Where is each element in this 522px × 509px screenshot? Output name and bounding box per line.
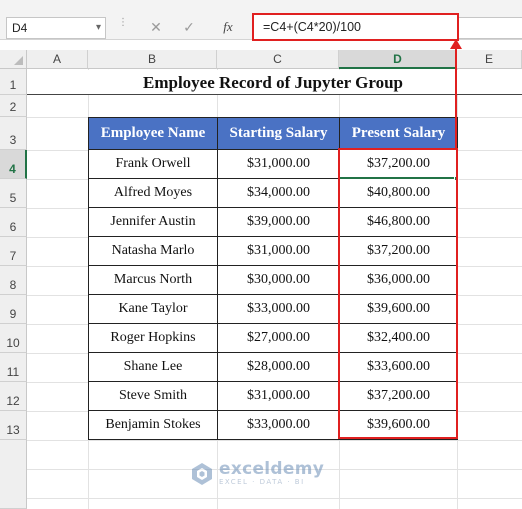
chevron-down-icon[interactable]: ▾ xyxy=(96,18,101,38)
table-row: Alfred Moyes $34,000.00 $40,800.00 xyxy=(88,178,458,208)
employee-name-cell[interactable]: Natasha Marlo xyxy=(88,236,218,266)
present-salary-cell[interactable]: $39,600.00 xyxy=(339,294,458,324)
row-header-13[interactable]: 13 xyxy=(0,411,27,440)
insert-function-icon[interactable]: fx xyxy=(217,17,239,37)
row-header-6[interactable]: 6 xyxy=(0,208,27,237)
table-row: Roger Hopkins $27,000.00 $32,400.00 xyxy=(88,323,458,353)
table-row: Marcus North $30,000.00 $36,000.00 xyxy=(88,265,458,295)
row-header-empty xyxy=(0,440,27,509)
row-header-4[interactable]: 4 xyxy=(0,150,27,179)
row-header-1[interactable]: 1 xyxy=(0,69,27,95)
present-salary-cell[interactable]: $33,600.00 xyxy=(339,352,458,382)
present-salary-cell[interactable]: $37,200.00 xyxy=(339,381,458,411)
table-row: Benjamin Stokes $33,000.00 $39,600.00 xyxy=(88,410,458,440)
present-salary-cell[interactable]: $40,800.00 xyxy=(339,178,458,208)
row-header-7[interactable]: 7 xyxy=(0,237,27,266)
column-header-c[interactable]: C xyxy=(217,50,339,69)
present-salary-cell[interactable]: $39,600.00 xyxy=(339,410,458,440)
present-salary-cell[interactable]: $46,800.00 xyxy=(339,207,458,237)
employee-name-cell[interactable]: Shane Lee xyxy=(88,352,218,382)
starting-salary-cell[interactable]: $31,000.00 xyxy=(217,236,340,266)
employee-name-cell[interactable]: Frank Orwell xyxy=(88,149,218,179)
employee-name-cell[interactable]: Benjamin Stokes xyxy=(88,410,218,440)
title-border xyxy=(27,94,522,95)
row-header-8[interactable]: 8 xyxy=(0,266,27,295)
employee-name-cell[interactable]: Kane Taylor xyxy=(88,294,218,324)
present-salary-cell[interactable]: $36,000.00 xyxy=(339,265,458,295)
starting-salary-cell[interactable]: $30,000.00 xyxy=(217,265,340,295)
starting-salary-cell[interactable]: $33,000.00 xyxy=(217,410,340,440)
formula-bar: D4 ▾ ⋮ ✕ ✓ fx =C4+(C4*20)/100 xyxy=(0,0,522,41)
table-row: Kane Taylor $33,000.00 $39,600.00 xyxy=(88,294,458,324)
header-employee-name[interactable]: Employee Name xyxy=(88,117,218,150)
formula-input[interactable]: =C4+(C4*20)/100 xyxy=(252,13,459,41)
row-header-11[interactable]: 11 xyxy=(0,353,27,382)
sheet-title[interactable]: Employee Record of Jupyter Group xyxy=(88,70,458,95)
employee-table: Employee Name Starting Salary Present Sa… xyxy=(88,117,458,440)
row-header-3[interactable]: 3 xyxy=(0,117,27,150)
row-header-9[interactable]: 9 xyxy=(0,295,27,324)
row-header-10[interactable]: 10 xyxy=(0,324,27,353)
column-header-e[interactable]: E xyxy=(457,50,522,69)
select-all-corner[interactable] xyxy=(0,50,27,69)
fill-handle[interactable] xyxy=(454,176,459,181)
row-header-2[interactable]: 2 xyxy=(0,95,27,117)
table-row: Jennifer Austin $39,000.00 $46,800.00 xyxy=(88,207,458,237)
starting-salary-cell[interactable]: $33,000.00 xyxy=(217,294,340,324)
column-header-a[interactable]: A xyxy=(27,50,88,69)
name-box[interactable]: D4 ▾ xyxy=(6,17,106,39)
name-box-value: D4 xyxy=(12,21,28,35)
column-header-d[interactable]: D xyxy=(339,50,457,69)
starting-salary-cell[interactable]: $39,000.00 xyxy=(217,207,340,237)
table-row: Steve Smith $31,000.00 $37,200.00 xyxy=(88,381,458,411)
table-header-row: Employee Name Starting Salary Present Sa… xyxy=(88,117,458,150)
employee-name-cell[interactable]: Steve Smith xyxy=(88,381,218,411)
present-salary-cell[interactable]: $32,400.00 xyxy=(339,323,458,353)
present-salary-cell[interactable]: $37,200.00 xyxy=(339,236,458,266)
starting-salary-cell[interactable]: $31,000.00 xyxy=(217,381,340,411)
drag-handle-icon[interactable]: ⋮ xyxy=(118,18,128,34)
present-salary-cell[interactable]: $37,200.00 xyxy=(339,149,458,179)
gridline xyxy=(27,498,522,499)
employee-name-cell[interactable]: Marcus North xyxy=(88,265,218,295)
table-row: Shane Lee $28,000.00 $33,600.00 xyxy=(88,352,458,382)
watermark-name: exceldemy xyxy=(219,459,325,479)
starting-salary-cell[interactable]: $31,000.00 xyxy=(217,149,340,179)
row-header-5[interactable]: 5 xyxy=(0,179,27,208)
header-starting-salary[interactable]: Starting Salary xyxy=(217,117,340,150)
formula-input-extension[interactable] xyxy=(459,17,522,39)
employee-name-cell[interactable]: Jennifer Austin xyxy=(88,207,218,237)
annotation-arrow xyxy=(455,47,457,148)
watermark-tagline: EXCEL · DATA · BI xyxy=(219,478,305,486)
exceldemy-watermark: exceldemy EXCEL · DATA · BI xyxy=(190,460,324,487)
starting-salary-cell[interactable]: $34,000.00 xyxy=(217,178,340,208)
header-present-salary[interactable]: Present Salary xyxy=(339,117,458,150)
arrow-head-icon xyxy=(450,39,462,49)
table-row: Natasha Marlo $31,000.00 $37,200.00 xyxy=(88,236,458,266)
employee-name-cell[interactable]: Alfred Moyes xyxy=(88,178,218,208)
check-icon[interactable]: ✓ xyxy=(178,17,200,37)
gridline xyxy=(27,440,522,441)
starting-salary-cell[interactable]: $28,000.00 xyxy=(217,352,340,382)
table-row: Frank Orwell $31,000.00 $37,200.00 xyxy=(88,149,458,179)
exceldemy-logo-icon xyxy=(192,462,212,485)
employee-name-cell[interactable]: Roger Hopkins xyxy=(88,323,218,353)
cancel-icon[interactable]: ✕ xyxy=(145,17,167,37)
row-header-12[interactable]: 12 xyxy=(0,382,27,411)
starting-salary-cell[interactable]: $27,000.00 xyxy=(217,323,340,353)
column-header-b[interactable]: B xyxy=(88,50,217,69)
